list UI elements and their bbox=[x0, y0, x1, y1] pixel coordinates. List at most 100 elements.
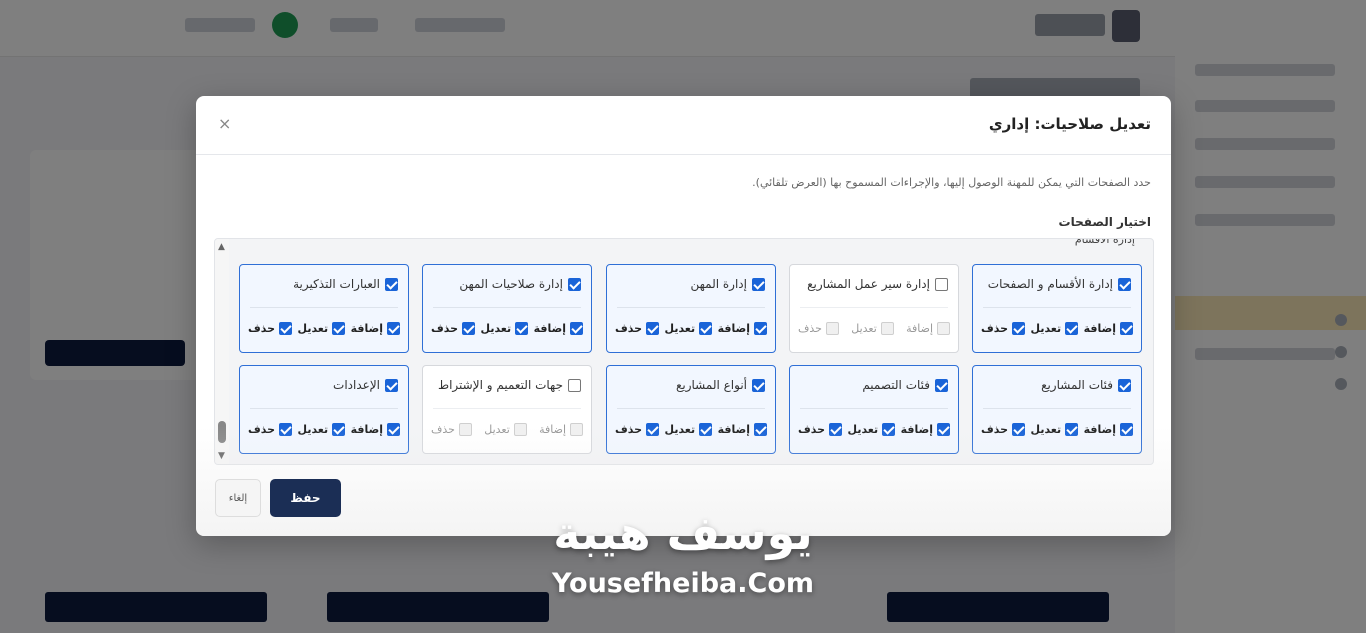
action-edit: تعديل bbox=[298, 423, 346, 436]
delete-checkbox[interactable] bbox=[1012, 322, 1026, 335]
action-edit-label: تعديل bbox=[480, 322, 512, 335]
edit-checkbox[interactable] bbox=[515, 322, 529, 335]
edit-checkbox[interactable] bbox=[699, 423, 713, 436]
card-divider bbox=[433, 408, 581, 409]
action-add: إضافة bbox=[351, 423, 400, 436]
action-add-label: إضافة bbox=[900, 423, 933, 436]
action-add-label: إضافة bbox=[350, 322, 383, 335]
action-add: إضافة bbox=[1084, 322, 1133, 335]
add-checkbox[interactable] bbox=[1120, 322, 1133, 335]
add-checkbox[interactable] bbox=[754, 322, 767, 335]
page-checkbox[interactable] bbox=[385, 378, 398, 392]
action-delete: حذف bbox=[615, 322, 660, 335]
action-delete: حذف bbox=[981, 322, 1026, 335]
page-card: إدارة الأقسام و الصفحات إضافة تعديل حذف bbox=[972, 264, 1142, 353]
action-delete: حذف bbox=[431, 423, 472, 436]
edit-checkbox[interactable] bbox=[880, 322, 894, 335]
delete-checkbox[interactable] bbox=[279, 322, 293, 335]
page-card: إدارة المهن إضافة تعديل حذف bbox=[606, 264, 776, 353]
page-card: إدارة سير عمل المشاريع إضافة تعديل حذف bbox=[789, 264, 959, 353]
page-title-row: الإعدادات bbox=[333, 378, 398, 392]
action-delete-label: حذف bbox=[798, 423, 826, 436]
edit-checkbox[interactable] bbox=[513, 423, 527, 436]
close-icon[interactable]: × bbox=[218, 114, 231, 133]
page-title-row: فئات المشاريع bbox=[1041, 378, 1131, 392]
action-add: إضافة bbox=[539, 423, 583, 436]
action-edit-label: تعديل bbox=[1030, 423, 1062, 436]
actions-row: إضافة تعديل حذف bbox=[981, 322, 1133, 335]
action-delete-label: حذف bbox=[798, 322, 822, 335]
delete-checkbox[interactable] bbox=[646, 423, 660, 436]
actions-row: إضافة تعديل حذف bbox=[615, 322, 767, 335]
card-divider bbox=[250, 307, 398, 308]
modal-header: تعديل صلاحيات: إداري × bbox=[196, 96, 1171, 155]
page-title-row: إدارة صلاحيات المهن bbox=[459, 277, 581, 291]
page-title-row: أنواع المشاريع bbox=[676, 378, 765, 392]
add-checkbox[interactable] bbox=[387, 322, 400, 335]
edit-checkbox[interactable] bbox=[1065, 423, 1079, 436]
action-delete: حذف bbox=[981, 423, 1026, 436]
page-checkbox[interactable] bbox=[1118, 277, 1131, 291]
add-checkbox[interactable] bbox=[570, 322, 583, 335]
edit-checkbox[interactable] bbox=[1065, 322, 1079, 335]
page-checkbox[interactable] bbox=[752, 378, 765, 392]
delete-checkbox[interactable] bbox=[646, 322, 660, 335]
page-checkbox[interactable] bbox=[568, 277, 581, 291]
edit-checkbox[interactable] bbox=[882, 423, 896, 436]
delete-checkbox[interactable] bbox=[825, 322, 839, 335]
edit-checkbox[interactable] bbox=[332, 322, 346, 335]
page-checkbox[interactable] bbox=[385, 277, 398, 291]
add-checkbox[interactable] bbox=[754, 423, 767, 436]
edit-checkbox[interactable] bbox=[699, 322, 713, 335]
add-checkbox[interactable] bbox=[1120, 423, 1133, 436]
action-delete: حذف bbox=[248, 322, 293, 335]
action-edit: تعديل bbox=[665, 322, 713, 335]
page-title-row: إدارة الأقسام و الصفحات bbox=[988, 277, 1131, 291]
edit-checkbox[interactable] bbox=[332, 423, 346, 436]
add-checkbox[interactable] bbox=[937, 322, 950, 335]
action-edit: تعديل bbox=[665, 423, 713, 436]
page-name: أنواع المشاريع bbox=[676, 378, 747, 392]
cancel-button[interactable]: إلغاء bbox=[215, 479, 261, 517]
page-card: الإعدادات إضافة تعديل حذف bbox=[239, 365, 409, 454]
delete-checkbox[interactable] bbox=[458, 423, 472, 436]
page-checkbox[interactable] bbox=[568, 378, 581, 392]
add-checkbox[interactable] bbox=[937, 423, 950, 436]
page-name: إدارة المهن bbox=[690, 277, 747, 291]
page-checkbox[interactable] bbox=[1118, 378, 1131, 392]
page-checkbox[interactable] bbox=[935, 378, 948, 392]
action-add-label: إضافة bbox=[533, 322, 566, 335]
action-delete-label: حذف bbox=[431, 322, 459, 335]
action-edit-label: تعديل bbox=[1030, 322, 1062, 335]
delete-checkbox[interactable] bbox=[279, 423, 293, 436]
action-delete: حذف bbox=[431, 322, 476, 335]
delete-checkbox[interactable] bbox=[829, 423, 843, 436]
page-checkbox[interactable] bbox=[935, 277, 948, 291]
action-edit-label: تعديل bbox=[851, 322, 877, 335]
scrollbar-thumb[interactable] bbox=[218, 421, 226, 443]
delete-checkbox[interactable] bbox=[462, 322, 476, 335]
add-checkbox[interactable] bbox=[387, 423, 400, 436]
action-edit: تعديل bbox=[481, 322, 529, 335]
pages-list[interactable]: إدارة الأقسام ▲ ▼ إدارة الأقسام و الصفحا… bbox=[214, 238, 1154, 465]
action-delete-label: حذف bbox=[981, 423, 1009, 436]
scroll-down-icon[interactable]: ▼ bbox=[218, 451, 225, 461]
scroll-up-icon[interactable]: ▲ bbox=[218, 242, 225, 252]
add-checkbox[interactable] bbox=[570, 423, 583, 436]
page-checkbox[interactable] bbox=[752, 277, 765, 291]
action-delete-label: حذف bbox=[615, 322, 643, 335]
action-edit: تعديل bbox=[851, 322, 894, 335]
save-button[interactable]: حفظ bbox=[270, 479, 341, 517]
card-divider bbox=[617, 307, 765, 308]
action-edit-label: تعديل bbox=[664, 423, 696, 436]
page-name: إدارة سير عمل المشاريع bbox=[807, 277, 930, 291]
delete-checkbox[interactable] bbox=[1012, 423, 1026, 436]
page-card: أنواع المشاريع إضافة تعديل حذف bbox=[606, 365, 776, 454]
page-title-row: فئات التصميم bbox=[862, 378, 948, 392]
page-name: جهات التعميم و الإشتراط bbox=[438, 378, 563, 392]
scrollbar[interactable]: ▲ ▼ bbox=[215, 239, 229, 464]
page-name: فئات المشاريع bbox=[1041, 378, 1113, 392]
action-delete-label: حذف bbox=[615, 423, 643, 436]
page-title-row: إدارة سير عمل المشاريع bbox=[807, 277, 948, 291]
action-delete: حذف bbox=[615, 423, 660, 436]
